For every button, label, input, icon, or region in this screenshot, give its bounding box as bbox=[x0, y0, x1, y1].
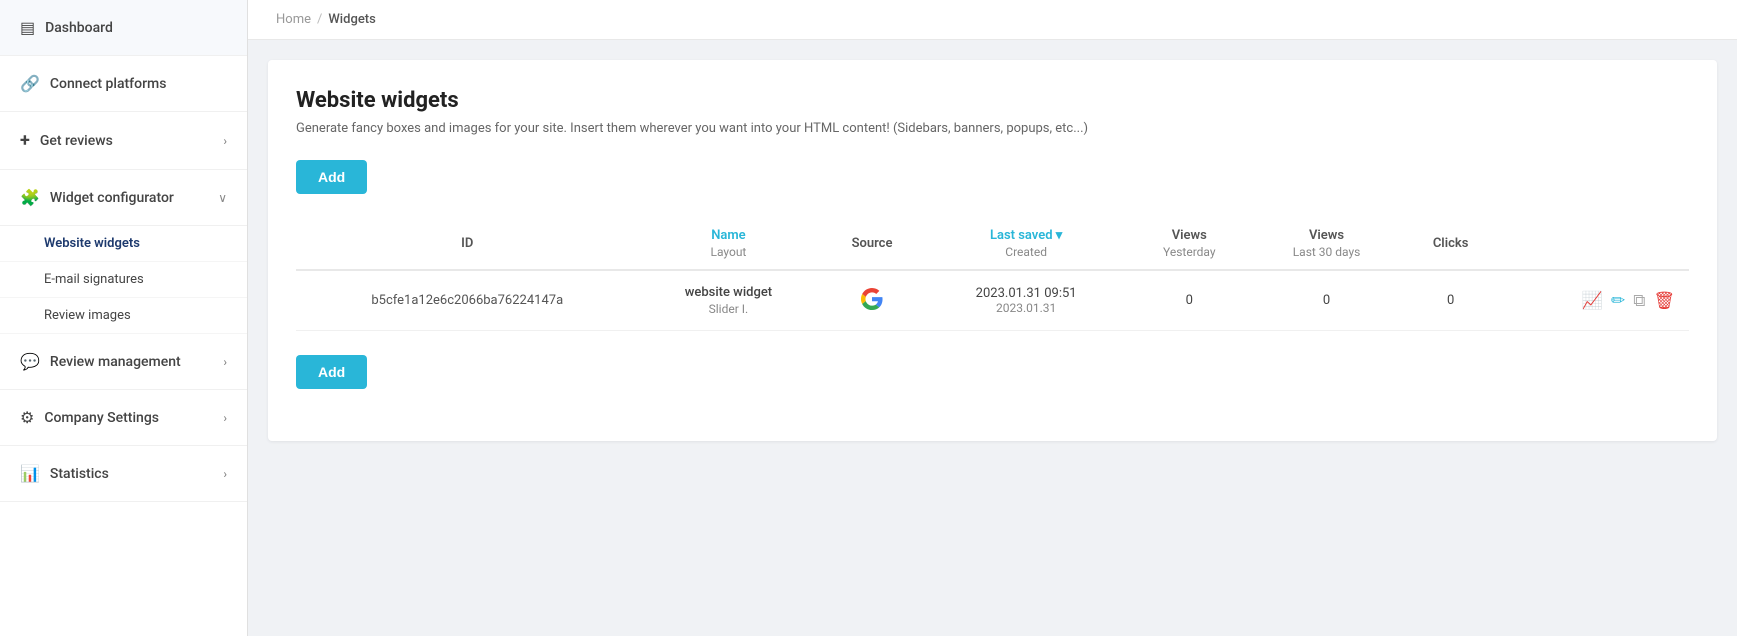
sub-item-label: E-mail signatures bbox=[44, 272, 144, 287]
google-icon bbox=[861, 288, 883, 310]
content-panel: Website widgets Generate fancy boxes and… bbox=[268, 60, 1717, 441]
delete-action-icon[interactable]: 🗑 bbox=[1653, 291, 1675, 311]
puzzle-icon: 🧩 bbox=[20, 188, 40, 207]
page-title: Website widgets bbox=[296, 88, 1689, 113]
created-date: 2023.01.31 bbox=[940, 301, 1113, 315]
dashboard-icon: ▤ bbox=[20, 18, 35, 37]
chevron-down-icon: ∨ bbox=[218, 191, 227, 205]
breadcrumb-home[interactable]: Home bbox=[276, 12, 311, 27]
last-saved-date: 2023.01.31 09:51 bbox=[940, 286, 1113, 301]
col-header-id: ID bbox=[296, 218, 639, 270]
connect-icon: 🔗 bbox=[20, 74, 40, 93]
chat-icon: 💬 bbox=[20, 352, 40, 371]
gear-icon: ⚙ bbox=[20, 408, 34, 427]
chart-action-icon[interactable]: 📈 bbox=[1582, 291, 1603, 311]
add-button-bottom[interactable]: Add bbox=[296, 355, 367, 389]
col-header-actions bbox=[1500, 218, 1689, 270]
col-header-last-saved[interactable]: Last saved ▾ Created bbox=[926, 218, 1127, 270]
sidebar-item-label: Dashboard bbox=[45, 20, 113, 36]
sidebar-item-dashboard[interactable]: ▤ Dashboard bbox=[0, 0, 247, 56]
cell-actions: 📈 ✏ ⧉ 🗑 bbox=[1500, 270, 1689, 331]
cell-name: website widget Slider I. bbox=[639, 270, 819, 331]
chevron-right-icon: › bbox=[223, 467, 227, 481]
cell-views-yesterday: 0 bbox=[1127, 270, 1252, 331]
widget-name: website widget bbox=[653, 285, 805, 300]
sidebar-item-connect-platforms[interactable]: 🔗 Connect platforms bbox=[0, 56, 247, 112]
widgets-table: ID Name Layout Source Last saved ▾ Creat… bbox=[296, 218, 1689, 331]
cell-clicks: 0 bbox=[1401, 270, 1500, 331]
col-header-views-30days: Views Last 30 days bbox=[1252, 218, 1401, 270]
breadcrumb-separator: / bbox=[317, 12, 322, 27]
sidebar-item-widget-configurator[interactable]: 🧩 Widget configurator ∨ bbox=[0, 170, 247, 226]
sidebar-item-review-management[interactable]: 💬 Review management › bbox=[0, 334, 247, 390]
add-button-top[interactable]: Add bbox=[296, 160, 367, 194]
main-content: Home / Widgets Website widgets Generate … bbox=[248, 0, 1737, 636]
sidebar-item-get-reviews[interactable]: + Get reviews › bbox=[0, 112, 247, 170]
chevron-right-icon: › bbox=[223, 411, 227, 425]
sidebar-item-label: Connect platforms bbox=[50, 76, 167, 92]
cell-views-30days: 0 bbox=[1252, 270, 1401, 331]
sidebar: ▤ Dashboard 🔗 Connect platforms + Get re… bbox=[0, 0, 248, 636]
sub-item-label: Website widgets bbox=[44, 236, 140, 251]
cell-source bbox=[818, 270, 925, 331]
col-header-name[interactable]: Name Layout bbox=[639, 218, 819, 270]
sidebar-item-label: Statistics bbox=[50, 466, 109, 482]
sidebar-sub-item-review-images[interactable]: Review images bbox=[0, 298, 247, 334]
plus-icon: + bbox=[20, 130, 30, 151]
copy-action-icon[interactable]: ⧉ bbox=[1633, 291, 1645, 311]
sidebar-item-label: Review management bbox=[50, 354, 181, 370]
col-header-views-yesterday: Views Yesterday bbox=[1127, 218, 1252, 270]
sidebar-item-statistics[interactable]: 📊 Statistics › bbox=[0, 446, 247, 502]
widgets-table-wrap: ID Name Layout Source Last saved ▾ Creat… bbox=[296, 218, 1689, 331]
col-header-source: Source bbox=[818, 218, 925, 270]
sidebar-item-label: Company Settings bbox=[44, 410, 159, 426]
col-header-clicks: Clicks bbox=[1401, 218, 1500, 270]
bar-chart-icon: 📊 bbox=[20, 464, 40, 483]
sidebar-item-label: Get reviews bbox=[40, 133, 113, 149]
sub-item-label: Review images bbox=[44, 308, 131, 323]
cell-id: b5cfe1a12e6c2066ba76224147a bbox=[296, 270, 639, 331]
page-description: Generate fancy boxes and images for your… bbox=[296, 121, 1689, 136]
chevron-right-icon: › bbox=[223, 355, 227, 369]
sidebar-sub-item-website-widgets[interactable]: Website widgets bbox=[0, 226, 247, 262]
sidebar-sub-item-email-signatures[interactable]: E-mail signatures bbox=[0, 262, 247, 298]
table-row: b5cfe1a12e6c2066ba76224147a website widg… bbox=[296, 270, 1689, 331]
sidebar-item-label: Widget configurator bbox=[50, 190, 174, 206]
widget-layout: Slider I. bbox=[653, 302, 805, 316]
chevron-right-icon: › bbox=[223, 134, 227, 148]
sidebar-item-company-settings[interactable]: ⚙ Company Settings › bbox=[0, 390, 247, 446]
breadcrumb: Home / Widgets bbox=[248, 0, 1737, 40]
breadcrumb-current: Widgets bbox=[328, 12, 375, 27]
action-buttons: 📈 ✏ ⧉ 🗑 bbox=[1514, 291, 1675, 311]
cell-last-saved: 2023.01.31 09:51 2023.01.31 bbox=[926, 270, 1127, 331]
edit-action-icon[interactable]: ✏ bbox=[1611, 291, 1625, 311]
